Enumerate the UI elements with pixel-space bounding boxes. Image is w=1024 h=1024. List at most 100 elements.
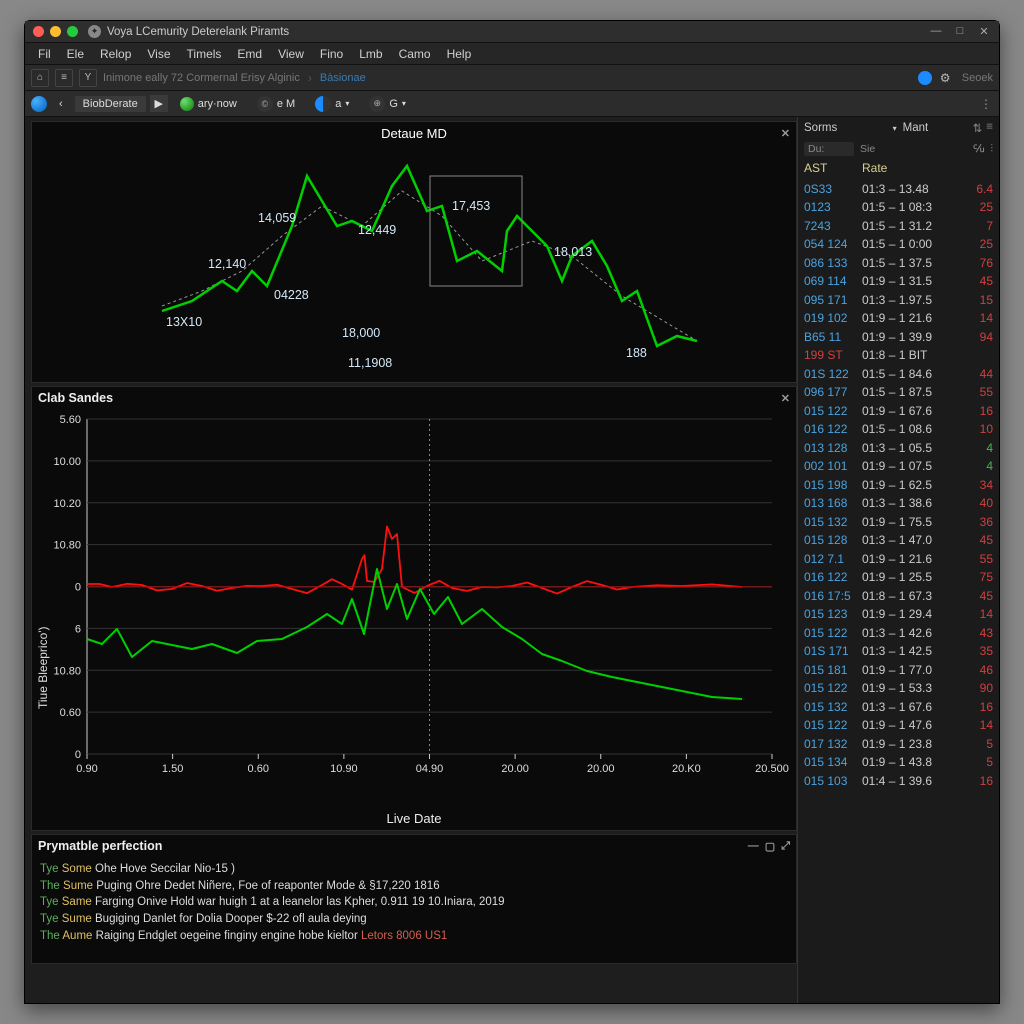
filter-button[interactable]: Y (79, 69, 97, 87)
table-row[interactable]: 015 12201:9 – 1 47.614 (798, 716, 999, 735)
table-row[interactable]: 016 12201:5 – 1 08.610 (798, 420, 999, 439)
table-row[interactable]: 015 12801:3 – 1 47.045 (798, 531, 999, 550)
table-row[interactable]: 016 17:501:8 – 1 67.345 (798, 587, 999, 606)
titlebar[interactable]: ✦ Voya LCemurity Deterelank Piramts — □ … (25, 21, 999, 43)
table-row[interactable]: 0S3301:3 – 13.486.4 (798, 180, 999, 199)
panel-expand-icon[interactable]: ⤢ (781, 840, 790, 853)
table-row[interactable]: 019 10201:9 – 1 21.614 (798, 309, 999, 328)
table-row[interactable]: 013 12801:3 – 1 05.54 (798, 439, 999, 458)
menu-camo[interactable]: Camo (392, 45, 438, 63)
menu-ele[interactable]: Ele (60, 45, 91, 63)
hdr-rate[interactable]: Rate (862, 161, 971, 175)
sort-icon[interactable]: ⇅ (973, 121, 983, 135)
svg-text:0: 0 (75, 582, 81, 594)
table-row[interactable]: 086 13301:5 – 1 37.576 (798, 254, 999, 273)
caret-down-icon[interactable]: ▾ (893, 124, 897, 133)
menu-icon[interactable]: ≡ (986, 121, 993, 135)
close-button[interactable]: ✕ (977, 25, 991, 38)
max-button[interactable]: □ (953, 25, 967, 38)
table-row[interactable]: 095 17101:3 – 1.97.515 (798, 291, 999, 310)
hdr-ast[interactable]: AST (804, 161, 862, 175)
play-icon[interactable]: ▶ (150, 95, 168, 112)
table-row[interactable]: 013 16801:3 – 1 38.640 (798, 494, 999, 513)
menu-emd[interactable]: Emd (230, 45, 269, 63)
table-row[interactable]: 017 13201:9 – 1 23.85 (798, 735, 999, 754)
log-line: Tye Some Ohe Hove Seccilar Nio-15 ) (40, 861, 788, 878)
table-row[interactable]: 015 10301:4 – 1 39.616 (798, 772, 999, 791)
back-button[interactable]: ‹ (51, 96, 71, 112)
table-row[interactable]: 015 13401:9 – 1 43.85 (798, 753, 999, 772)
panel-close-icon[interactable]: ✕ (781, 127, 790, 140)
panel-log: Prymatble perfection — ▢ ⤢ Tye Some Ohe … (31, 834, 797, 964)
filter-du[interactable]: Du: (804, 142, 854, 156)
grid-col1-header[interactable]: Sorms (804, 122, 887, 134)
tab-g[interactable]: ⊕ G ▾ (361, 94, 414, 114)
tab-arynow[interactable]: ary·now (172, 95, 245, 113)
tab-biobderate[interactable]: BiobDerate (75, 96, 146, 112)
panel-close-icon-2[interactable]: ✕ (781, 392, 790, 405)
table-row[interactable]: 015 13201:9 – 1 75.536 (798, 513, 999, 532)
breadcrumb-sep: › (308, 71, 312, 85)
table-row[interactable]: 016 12201:9 – 1 25.575 (798, 568, 999, 587)
tab-g-label: G (389, 98, 398, 110)
panel-pop-icon[interactable]: ▢ (765, 840, 775, 853)
min-button[interactable]: — (929, 25, 943, 38)
menu-fil[interactable]: Fil (31, 45, 58, 63)
zoom-icon[interactable] (67, 26, 78, 37)
menu-vise[interactable]: Vise (140, 45, 177, 63)
minimize-icon[interactable] (50, 26, 61, 37)
panel-min-icon[interactable]: — (748, 840, 759, 853)
annotation: 18,013 (554, 245, 592, 259)
menu-relop[interactable]: Relop (93, 45, 138, 63)
tab-em[interactable]: © e M (249, 94, 303, 114)
gear-icon[interactable]: ⚙ (940, 71, 954, 85)
kebab-icon[interactable]: ⋮ (979, 97, 993, 111)
home-button[interactable]: ⌂ (31, 69, 49, 87)
annotation: 14,059 (258, 211, 296, 225)
annotation: 13X10 (166, 315, 202, 329)
tab-arynow-label: ary·now (198, 98, 237, 110)
grid-body[interactable]: 0S3301:3 – 13.486.4012301:5 – 1 08:32572… (798, 178, 999, 1004)
svg-text:1.50: 1.50 (162, 763, 183, 775)
tab-a[interactable]: a ▾ (307, 94, 357, 114)
filter-unit-icon[interactable]: ℆ (973, 143, 984, 155)
menu-timels[interactable]: Timels (180, 45, 229, 63)
search-label[interactable]: Seoek (962, 72, 993, 84)
table-row[interactable]: 069 11401:9 – 1 31.545 (798, 272, 999, 291)
table-row[interactable]: 015 12201:3 – 1 42.643 (798, 624, 999, 643)
table-row[interactable]: B65 1101:9 – 1 39.994 (798, 328, 999, 347)
table-row[interactable]: 096 17701:5 – 1 87.555 (798, 383, 999, 402)
sparkline-chart[interactable]: 12,14013X1014,0590422818,00012,44911,190… (32, 141, 796, 382)
menu-help[interactable]: Help (440, 45, 479, 63)
table-row[interactable]: 015 13201:3 – 1 67.616 (798, 698, 999, 717)
table-row[interactable]: 002 10101:9 – 1 07.54 (798, 457, 999, 476)
table-row[interactable]: 015 12201:9 – 1 67.616 (798, 402, 999, 421)
menu-lmb[interactable]: Lmb (352, 45, 389, 63)
traffic-lights (33, 26, 78, 37)
log-body[interactable]: Tye Some Ohe Hove Seccilar Nio-15 )The S… (32, 857, 796, 948)
filter-sie[interactable]: Sie (860, 143, 875, 155)
table-row[interactable]: 724301:5 – 1 31.27 (798, 217, 999, 236)
notification-dot-icon[interactable] (918, 71, 932, 85)
annotation: 12,140 (208, 257, 246, 271)
table-row[interactable]: 015 12201:9 – 1 53.390 (798, 679, 999, 698)
menu-fino[interactable]: Fino (313, 45, 350, 63)
menu-view[interactable]: View (271, 45, 311, 63)
table-row[interactable]: 015 18101:9 – 1 77.046 (798, 661, 999, 680)
table-row[interactable]: 01S 12201:5 – 1 84.644 (798, 365, 999, 384)
filter-extra-icon[interactable]: ⫶ (990, 143, 993, 156)
table-row[interactable]: 015 19801:9 – 1 62.534 (798, 476, 999, 495)
grid-col2-header[interactable]: Mant (903, 122, 967, 134)
table-row[interactable]: 054 12401:5 – 1 0:0025 (798, 235, 999, 254)
globe-icon[interactable] (31, 96, 47, 112)
table-row[interactable]: 012 7.101:9 – 1 21.655 (798, 550, 999, 569)
list-button[interactable]: ≡ (55, 69, 73, 87)
breadcrumb-link[interactable]: Bàsionae (320, 72, 366, 84)
close-icon[interactable] (33, 26, 44, 37)
table-row[interactable]: 01S 17101:3 – 1 42.535 (798, 642, 999, 661)
log-line: The Aume Raiging Endglet oegeine finginy… (40, 928, 788, 945)
table-row[interactable]: 015 12301:9 – 1 29.414 (798, 605, 999, 624)
main-chart[interactable]: Tiue Bleeprico') 5.6010.0010.2010.800610… (32, 409, 796, 830)
table-row[interactable]: 012301:5 – 1 08:325 (798, 198, 999, 217)
table-row[interactable]: 199 ST01:8 – 1 BIT (798, 346, 999, 365)
